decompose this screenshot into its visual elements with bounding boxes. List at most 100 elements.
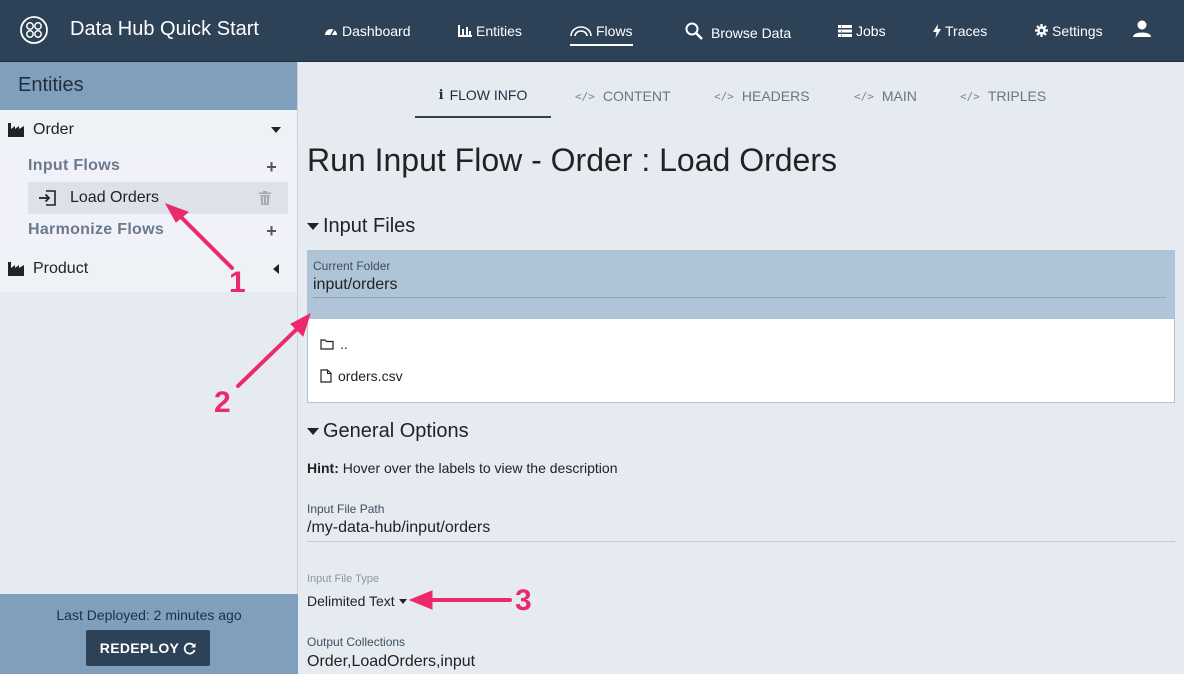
redeploy-button[interactable]: REDEPLOY [86,630,210,666]
user-icon[interactable] [1132,19,1152,39]
factory-icon [8,262,24,276]
code-icon: </> [575,89,595,103]
nav-jobs[interactable]: Jobs [838,0,886,62]
search-icon [685,22,703,40]
bar-chart-icon [458,24,472,37]
folder-icon [320,339,334,350]
input-file-type-value: Delimited Text [307,593,395,609]
folder-underline [313,297,1166,298]
app-title[interactable]: Data Hub Quick Start [70,18,259,41]
nav-dashboard[interactable]: Dashboard [324,0,411,62]
input-files-toggle[interactable]: Input Files [307,215,415,238]
redeploy-label: REDEPLOY [99,640,180,656]
nav-jobs-label: Jobs [856,22,886,39]
file-name: orders.csv [338,368,403,384]
nav-browse-data-label: Browse Data [711,24,792,41]
main-content: i FLOW INFO </> CONTENT </> HEADERS </> … [299,62,1184,674]
current-folder-header: Current Folder input/orders [308,251,1174,319]
tab-main-label: MAIN [881,88,917,104]
tab-headers[interactable]: </> HEADERS [714,74,810,118]
input-flows-header: Input Flows + [0,150,297,182]
add-input-flow-icon[interactable]: + [266,157,277,178]
tab-triples[interactable]: </> TRIPLES [960,74,1046,118]
input-file-path-field[interactable]: /my-data-hub/input/orders [307,519,490,537]
last-deployed-text: Last Deployed: 2 minutes ago [56,607,242,623]
refresh-icon [184,642,196,654]
annotation-label-3: 3 [515,584,532,617]
chevron-left-icon[interactable] [273,264,279,274]
nav-entities[interactable]: Entities [458,0,522,62]
sidebar-title: Entities [0,62,297,110]
output-collections-label: Output Collections [307,635,406,649]
input-file-path-label: Input File Path [307,502,385,516]
nav-traces-label: Traces [945,22,988,39]
general-options-toggle[interactable]: General Options [307,420,469,443]
nav-entities-label: Entities [476,22,522,39]
flow-item-label: Load Orders [70,189,159,206]
flows-arc-icon [570,25,592,36]
entity-product-label: Product [33,260,89,277]
entity-order[interactable]: Order [0,110,297,150]
page-title: Run Input Flow - Order : Load Orders [307,142,837,178]
tab-main[interactable]: </> MAIN [854,74,917,118]
input-file-path-underline [307,541,1175,542]
input-file-type-select[interactable]: Delimited Text [307,593,407,609]
general-options-heading: General Options [323,420,469,442]
annotation-label-2: 2 [214,386,231,419]
harmonize-flows-label: Harmonize Flows [28,221,165,238]
nav-dashboard-label: Dashboard [342,22,411,39]
chevron-down-icon[interactable] [271,127,281,133]
dashboard-icon [325,28,337,35]
input-flows-label: Input Flows [28,157,121,174]
caret-down-icon [307,223,319,230]
nav-flows[interactable]: Flows [570,0,633,62]
tab-flow-info[interactable]: i FLOW INFO [415,74,551,118]
caret-down-icon [307,428,319,435]
tab-content[interactable]: </> CONTENT [575,74,671,118]
tab-headers-label: HEADERS [741,88,810,104]
annotation-label-1: 1 [229,266,246,299]
code-icon: </> [714,89,734,103]
input-files-heading: Input Files [323,215,416,237]
tab-content-label: CONTENT [602,88,671,104]
flow-item-load-orders[interactable]: Load Orders [28,182,288,214]
list-icon [838,24,852,37]
code-icon: </> [854,89,874,103]
nav-traces[interactable]: Traces [933,0,987,62]
gear-icon [1035,24,1048,37]
entity-product[interactable]: Product [0,246,297,292]
bolt-icon [933,23,941,38]
entities-sidebar: Entities Order Input Flows + Load Orders… [0,62,298,674]
tab-flow-info-label: FLOW INFO [449,87,528,103]
tab-triples-label: TRIPLES [987,88,1047,104]
trash-icon[interactable] [259,191,271,205]
nav-browse-data[interactable]: Browse Data [685,0,791,62]
nav-flows-label: Flows [596,22,633,39]
input-file-type-label: Input File Type [307,573,379,585]
hint-body: Hover over the labels to view the descri… [338,460,618,476]
add-harmonize-flow-icon[interactable]: + [266,221,277,242]
nav-settings-label: Settings [1052,22,1103,39]
current-folder-input[interactable]: input/orders [313,276,398,294]
hint-bold: Hint: [307,460,339,476]
file-name: .. [340,336,348,352]
deploy-panel: Last Deployed: 2 minutes ago REDEPLOY [0,594,298,674]
file-list-item-parent[interactable]: .. [320,336,348,352]
order-flows-section: Input Flows + Load Orders Harmonize Flow… [0,150,297,246]
hint-text: Hint: Hover over the labels to view the … [307,460,617,476]
output-collections-field[interactable]: Order,LoadOrders,input [307,653,475,671]
folder-browser: Current Folder input/orders .. orders.cs… [307,250,1175,403]
entity-order-label: Order [33,121,74,138]
top-navbar: Data Hub Quick Start Dashboard Entities … [0,0,1184,62]
dropdown-caret-icon [398,598,407,604]
harmonize-flows-header: Harmonize Flows + [0,214,297,246]
nav-settings[interactable]: Settings [1035,0,1103,62]
code-icon: </> [960,89,980,103]
sign-in-icon [39,190,56,206]
data-hub-logo-icon[interactable] [19,15,49,45]
file-icon [320,369,332,383]
current-folder-label: Current Folder [313,259,391,273]
factory-icon [8,123,24,137]
file-list-item-orders[interactable]: orders.csv [320,368,403,384]
info-icon: i [438,87,444,103]
